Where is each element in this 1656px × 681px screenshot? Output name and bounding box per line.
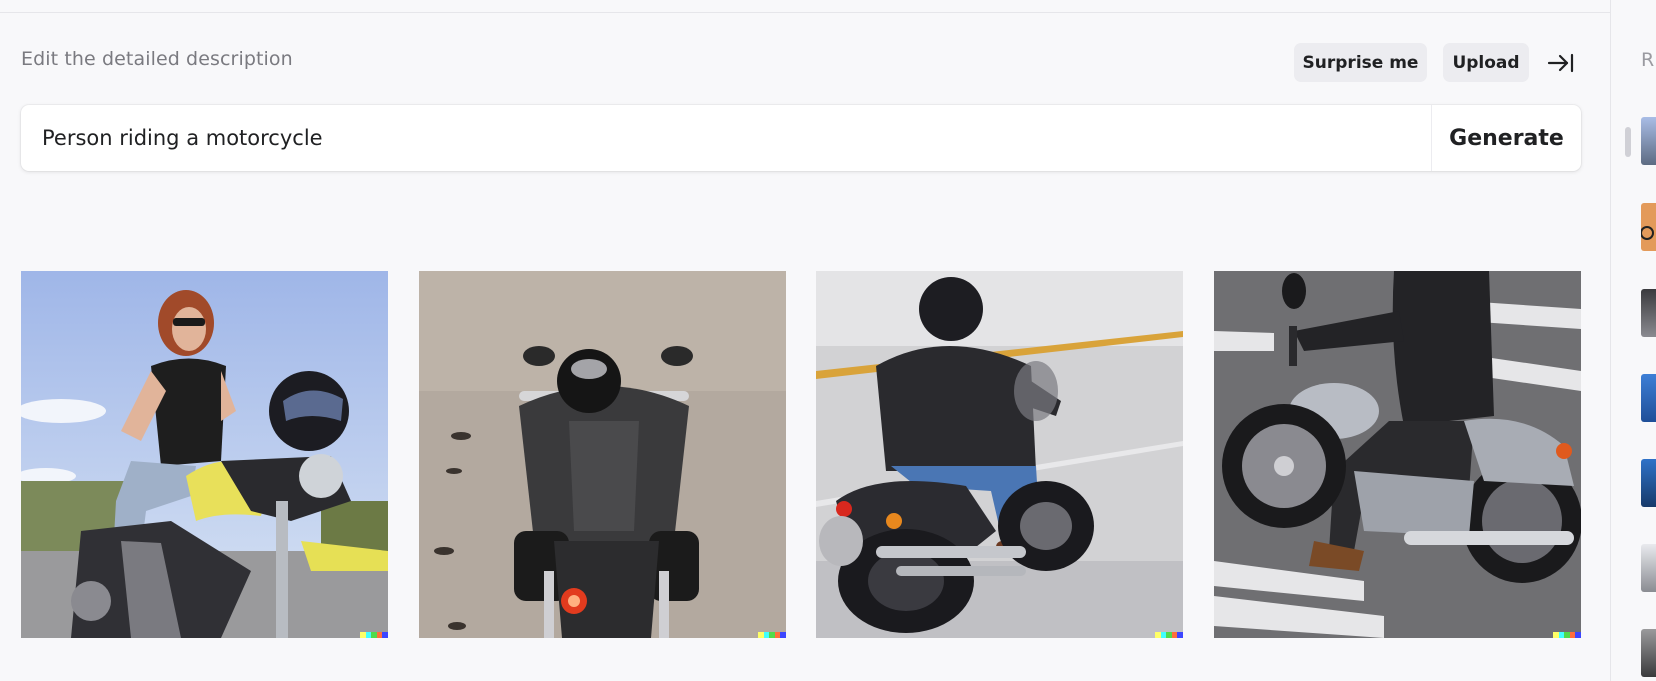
history-thumbnail[interactable] bbox=[1641, 203, 1656, 251]
watermark bbox=[360, 632, 388, 638]
watermark bbox=[1553, 632, 1581, 638]
main-panel: Edit the detailed description Surprise m… bbox=[0, 0, 1610, 681]
watermark bbox=[758, 632, 786, 638]
history-thumbnail[interactable] bbox=[1641, 374, 1656, 422]
generate-button[interactable]: Generate bbox=[1432, 105, 1581, 171]
watermark bbox=[1155, 632, 1183, 638]
history-thumbnail[interactable] bbox=[1641, 117, 1656, 165]
prompt-bar: Generate bbox=[21, 105, 1581, 171]
bike-thumbnail-image bbox=[1641, 226, 1654, 240]
history-sidebar: R bbox=[1610, 0, 1656, 681]
collapse-panel-button[interactable] bbox=[1544, 46, 1578, 80]
woman-on-motorcycle-image bbox=[21, 271, 388, 638]
upload-button[interactable]: Upload bbox=[1443, 43, 1529, 82]
result-image-3[interactable] bbox=[816, 271, 1183, 638]
rider-cruiser-rear-image bbox=[816, 271, 1183, 638]
top-divider bbox=[0, 0, 1610, 13]
rider-silver-cruiser-image bbox=[1214, 271, 1581, 638]
arrow-right-to-bar-icon bbox=[1547, 53, 1574, 73]
result-image-4[interactable] bbox=[1214, 271, 1581, 638]
history-thumbnail[interactable] bbox=[1641, 629, 1656, 677]
history-thumbnail[interactable] bbox=[1641, 459, 1656, 507]
sidebar-title: R bbox=[1641, 49, 1655, 71]
history-thumbnail[interactable] bbox=[1641, 544, 1656, 592]
result-image-1[interactable] bbox=[21, 271, 388, 638]
history-thumbnail[interactable] bbox=[1641, 289, 1656, 337]
prompt-input[interactable] bbox=[42, 105, 1422, 171]
description-label: Edit the detailed description bbox=[21, 48, 293, 70]
sidebar-scrollbar[interactable] bbox=[1625, 127, 1631, 157]
rider-top-view-image bbox=[419, 271, 786, 638]
result-image-2[interactable] bbox=[419, 271, 786, 638]
surprise-me-button[interactable]: Surprise me bbox=[1294, 43, 1427, 82]
